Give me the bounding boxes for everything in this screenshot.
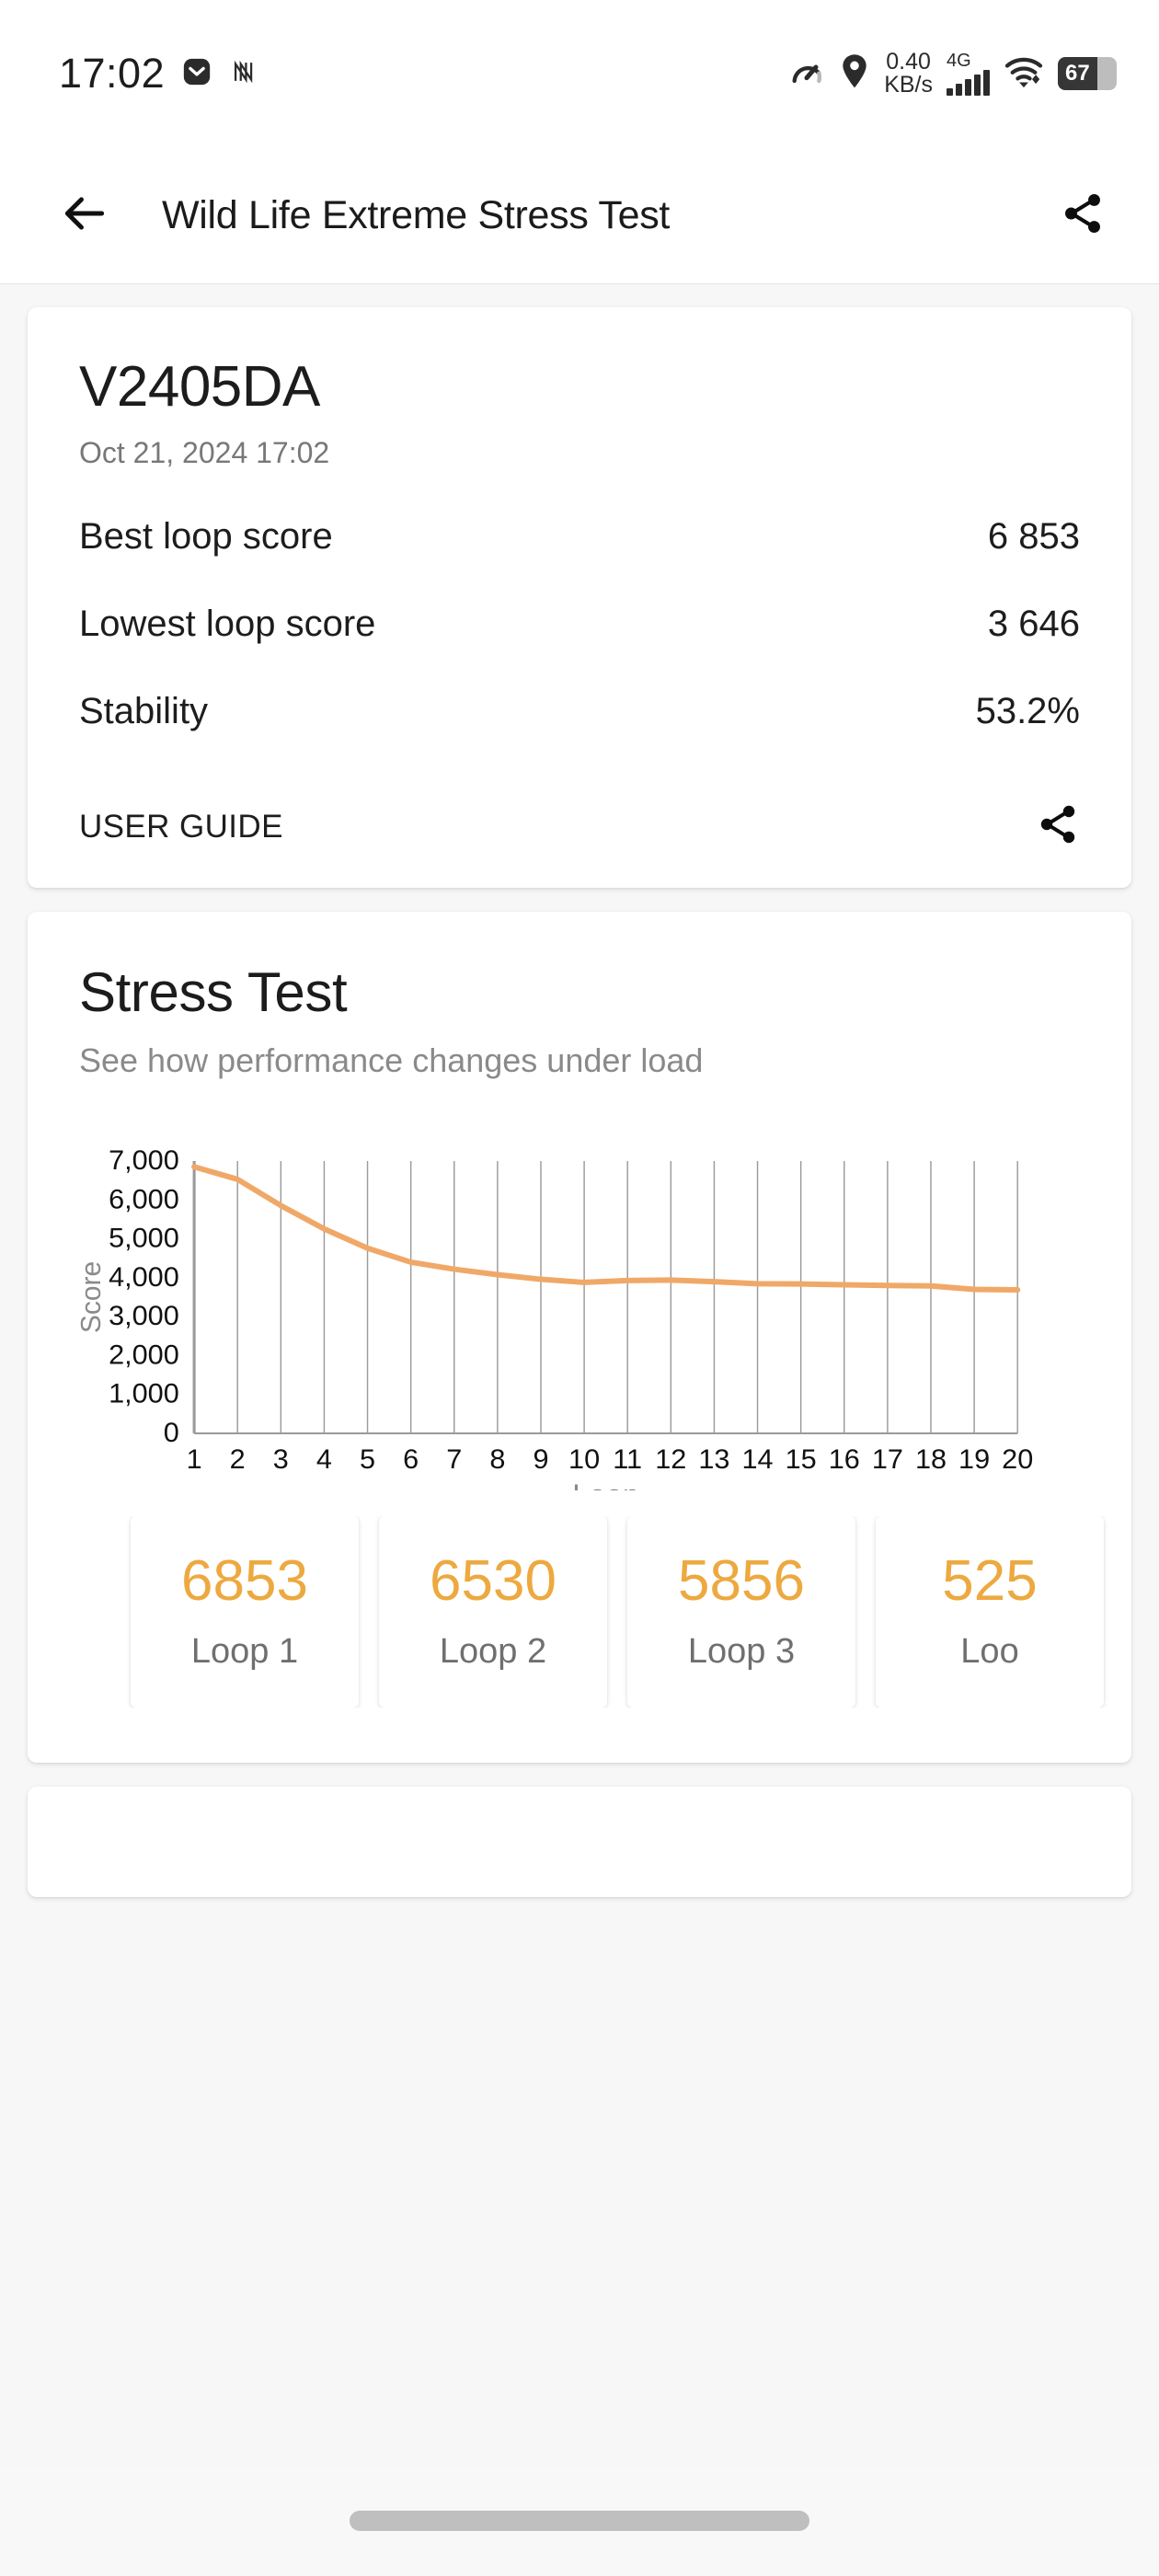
system-navigation-bar	[0, 2466, 1159, 2576]
x-axis-tick-label: 6	[403, 1444, 419, 1475]
score-vs-loop-line-chart: 0 1,000 2,000 3,000 4,000 5,000 6,000 7,000 Scor…	[76, 1145, 1034, 1490]
loop-score-carousel[interactable]: 6853 Loop 1 6530 Loop 2 5856 Loop 3 525 …	[28, 1516, 1131, 1708]
x-axis-tick-label: 17	[872, 1444, 903, 1475]
y-axis-title: Score	[76, 1261, 107, 1333]
page-title: Wild Life Extreme Stress Test	[162, 192, 671, 237]
x-axis-tick-label: 20	[1002, 1444, 1033, 1475]
x-axis-tick-label: 9	[533, 1444, 548, 1475]
x-axis-tick-label: 3	[273, 1444, 289, 1475]
location-pin-icon	[839, 53, 870, 95]
loop-card[interactable]: 5856 Loop 3	[627, 1516, 855, 1708]
x-axis-tick-label: 16	[829, 1444, 860, 1475]
y-axis-tick-label: 2,000	[109, 1340, 179, 1371]
chart-series-line	[191, 1164, 1021, 1293]
stat-row-stability: Stability 53.2%	[79, 691, 1080, 732]
device-model-name: V2405DA	[79, 355, 320, 419]
stress-test-subtitle: See how performance changes under load	[79, 1041, 704, 1079]
x-axis-tick-label: 7	[446, 1444, 462, 1475]
x-axis-tick-label: 14	[742, 1444, 774, 1475]
x-axis-tick-label: 4	[316, 1444, 332, 1475]
loop-score-value: 6853	[181, 1548, 308, 1613]
back-arrow-icon[interactable]	[59, 188, 110, 244]
x-axis-tick-label: 5	[360, 1444, 375, 1475]
status-bar-right: 0.40 KB/s 4G 67	[788, 51, 1117, 97]
battery-icon: 67	[1058, 57, 1117, 90]
loop-card-label: Loop 1	[190, 1631, 299, 1671]
x-axis-tick-label: 2	[230, 1444, 246, 1475]
loop-card[interactable]: 6853 Loop 1	[131, 1516, 359, 1708]
home-indicator-pill[interactable]	[350, 2511, 809, 2531]
user-guide-row: USER GUIDE	[79, 802, 1080, 851]
battery-percent-label: 67	[1065, 61, 1090, 86]
x-axis-tick-label: 8	[489, 1444, 505, 1475]
loop-score-value: 5856	[678, 1548, 805, 1613]
stat-label: Best loop score	[79, 516, 333, 557]
loop-card-label: Loop 2	[439, 1631, 547, 1671]
y-axis-tick-label: 6,000	[109, 1185, 179, 1215]
loop-score-value: 6530	[430, 1548, 557, 1613]
status-clock: 17:02	[59, 50, 166, 97]
y-axis-tick-label: 5,000	[109, 1224, 179, 1254]
stress-test-title: Stress Test	[79, 961, 348, 1023]
nfc-icon	[229, 56, 260, 92]
stat-value: 53.2%	[975, 691, 1080, 731]
mail-icon	[181, 56, 212, 92]
x-axis-title: Loop	[572, 1478, 639, 1490]
scroll-content: V2405DA Oct 21, 2024 17:02 Best loop sco…	[0, 307, 1159, 1897]
x-axis-tick-label: 1	[187, 1444, 202, 1475]
app-bar: Wild Life Extreme Stress Test	[0, 147, 1159, 283]
y-axis-tick-label: 1,000	[109, 1379, 179, 1409]
x-axis-tick-label: 13	[698, 1444, 729, 1475]
stress-test-chart: 0 1,000 2,000 3,000 4,000 5,000 6,000 7,000 Scor…	[28, 1141, 1131, 1490]
loop-card-label: Loop 3	[687, 1631, 796, 1671]
y-axis-tick-label: 0	[164, 1418, 179, 1448]
loop-card[interactable]: 6530 Loop 2	[379, 1516, 607, 1708]
x-axis-tick-label: 10	[568, 1444, 600, 1475]
x-axis-tick-label: 15	[786, 1444, 817, 1475]
y-axis-tick-label: 4,000	[109, 1262, 179, 1293]
y-axis-tick-label: 7,000	[109, 1145, 179, 1176]
network-speed-value: 0.40	[886, 49, 931, 75]
stat-label: Lowest loop score	[79, 604, 376, 644]
share-icon[interactable]	[1060, 190, 1106, 241]
status-bar-left: 17:02	[59, 50, 260, 98]
loop-score-value: 525	[942, 1548, 1038, 1613]
wifi-icon	[1004, 55, 1044, 93]
status-bar: 17:02 0.40 KB/s 4G 67	[0, 0, 1159, 147]
x-axis-tick-label: 18	[915, 1444, 947, 1475]
network-speed-indicator: 0.40 KB/s	[884, 51, 933, 97]
share-result-icon[interactable]	[1036, 802, 1080, 851]
stat-row-best-loop-score: Best loop score 6 853	[79, 516, 1080, 558]
loop-card-label: Loo	[960, 1631, 1019, 1671]
stress-test-card: Stress Test See how performance changes …	[28, 912, 1131, 1763]
user-guide-button[interactable]: USER GUIDE	[79, 809, 283, 845]
stat-value: 3 646	[987, 604, 1080, 644]
network-generation-label: 4G	[947, 51, 971, 71]
loop-card[interactable]: 525 Loo	[876, 1516, 1104, 1708]
signal-bars	[947, 70, 990, 96]
stat-label: Stability	[79, 691, 209, 731]
stat-row-lowest-loop-score: Lowest loop score 3 646	[79, 604, 1080, 645]
stress-test-header: Stress Test See how performance changes …	[28, 963, 1131, 1080]
x-axis-tick-label: 11	[613, 1444, 642, 1475]
y-axis-tick-label: 3,000	[109, 1301, 179, 1331]
network-speed-unit: KB/s	[884, 72, 933, 98]
x-axis-tick-label: 19	[958, 1444, 990, 1475]
result-summary-card: V2405DA Oct 21, 2024 17:02 Best loop sco…	[28, 307, 1131, 888]
result-timestamp: Oct 21, 2024 17:02	[79, 436, 330, 469]
speedometer-icon	[788, 53, 825, 95]
next-card-partial	[28, 1787, 1131, 1897]
signal-bars-icon: 4G	[947, 52, 990, 96]
stat-value: 6 853	[987, 516, 1080, 557]
x-axis-tick-label: 12	[655, 1444, 686, 1475]
